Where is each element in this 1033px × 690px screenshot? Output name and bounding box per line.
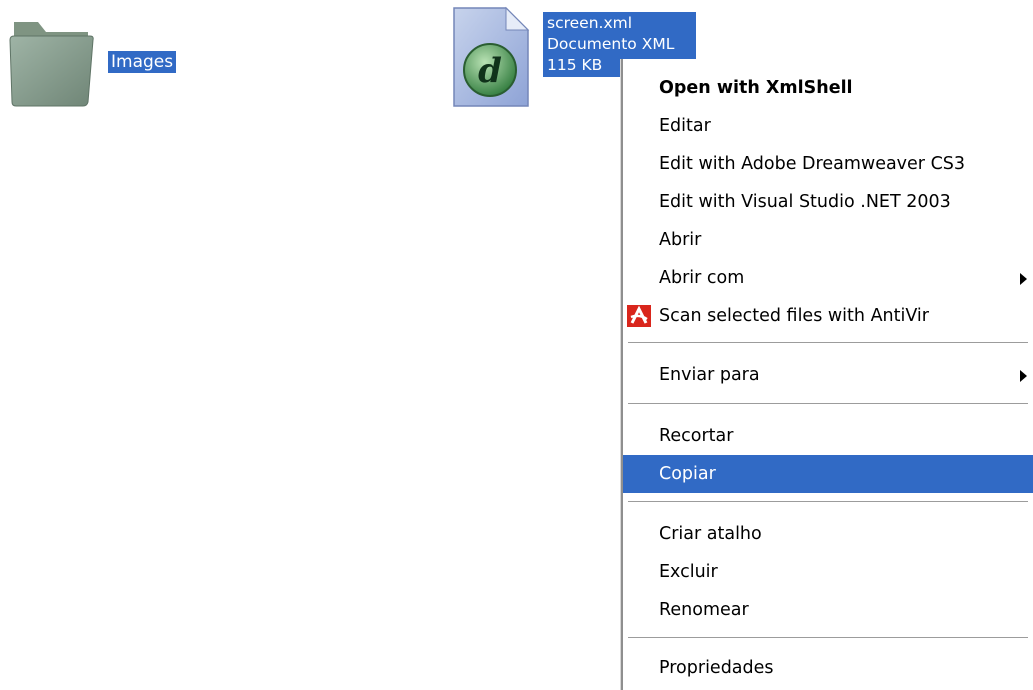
context-menu: Open with XmlShell Editar Edit with Adob…	[621, 59, 1033, 690]
file-name: screen.xml	[547, 14, 633, 32]
menu-separator	[628, 403, 1028, 405]
menu-item-propriedades[interactable]: Propriedades	[623, 649, 1033, 687]
menu-item-label: Open with XmlShell	[659, 78, 853, 98]
menu-item-label: Copiar	[659, 464, 716, 484]
folder-item-images[interactable]: Images	[8, 10, 208, 110]
menu-item-label: Edit with Adobe Dreamweaver CS3	[659, 154, 966, 174]
menu-separator	[628, 501, 1028, 503]
menu-item-label: Propriedades	[659, 658, 774, 678]
menu-item-copiar[interactable]: Copiar	[623, 455, 1033, 493]
folder-label: Images	[108, 51, 177, 73]
menu-item-recortar[interactable]: Recortar	[623, 417, 1033, 455]
menu-item-label: Edit with Visual Studio .NET 2003	[659, 192, 951, 212]
menu-item-label: Abrir	[659, 230, 702, 250]
menu-item-enviar-para[interactable]: Enviar para	[623, 356, 1033, 394]
menu-separator	[628, 342, 1028, 344]
menu-item-label: Editar	[659, 116, 711, 136]
menu-item-label: Scan selected files with AntiVir	[659, 306, 929, 326]
submenu-arrow-icon	[1020, 273, 1027, 285]
menu-item-editar[interactable]: Editar	[623, 107, 1033, 145]
menu-item-edit-with-dreamweaver[interactable]: Edit with Adobe Dreamweaver CS3	[623, 145, 1033, 183]
antivir-icon	[627, 305, 651, 327]
menu-separator	[628, 637, 1028, 639]
menu-item-edit-with-visual-studio[interactable]: Edit with Visual Studio .NET 2003	[623, 183, 1033, 221]
menu-item-abrir-com[interactable]: Abrir com	[623, 259, 1033, 297]
menu-item-excluir[interactable]: Excluir	[623, 553, 1033, 591]
menu-item-criar-atalho[interactable]: Criar atalho	[623, 515, 1033, 553]
menu-item-label: Excluir	[659, 562, 718, 582]
menu-item-scan-antivir[interactable]: Scan selected files with AntiVir	[623, 297, 1033, 335]
submenu-arrow-icon	[1020, 370, 1027, 382]
menu-item-label: Renomear	[659, 600, 749, 620]
svg-text:d: d	[478, 51, 502, 91]
menu-item-abrir[interactable]: Abrir	[623, 221, 1033, 259]
menu-item-renomear[interactable]: Renomear	[623, 591, 1033, 629]
folder-icon	[9, 22, 94, 107]
menu-item-label: Criar atalho	[659, 524, 762, 544]
file-type: Documento XML	[547, 35, 675, 53]
menu-item-label: Abrir com	[659, 268, 745, 288]
dreamweaver-xml-file-icon: d	[453, 6, 530, 107]
menu-item-open-with-xmlshell[interactable]: Open with XmlShell	[623, 69, 1033, 107]
menu-item-label: Recortar	[659, 426, 734, 446]
menu-item-label: Enviar para	[659, 365, 760, 385]
